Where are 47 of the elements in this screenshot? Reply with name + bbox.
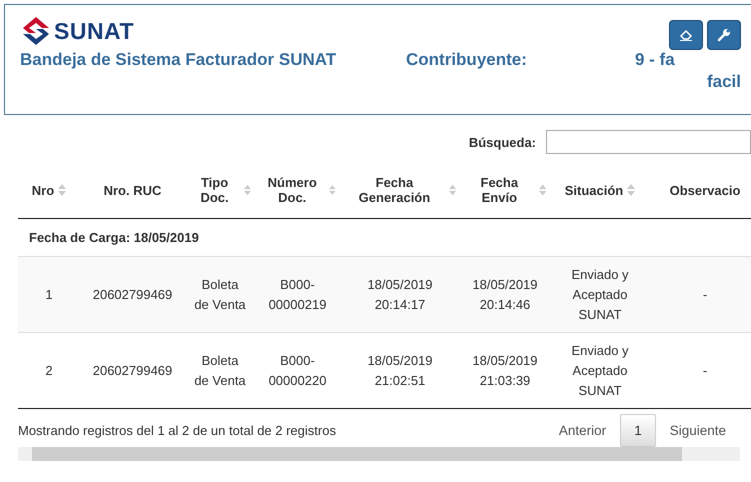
sort-icon[interactable] bbox=[244, 183, 251, 197]
eraser-icon bbox=[679, 29, 693, 41]
table-cell: Boleta de Venta bbox=[194, 352, 246, 388]
table-cell: Enviado y Aceptado SUNAT bbox=[571, 266, 629, 322]
app-title: Bandeja de Sistema Facturador SUNAT bbox=[20, 50, 338, 70]
table-cell: 18/05/2019 21:02:51 bbox=[367, 352, 433, 388]
search-field[interactable] bbox=[546, 130, 751, 154]
column-header[interactable]: Observacio bbox=[670, 182, 740, 198]
column-header[interactable]: Nro bbox=[32, 182, 54, 198]
table-cell: Boleta de Venta bbox=[194, 276, 246, 312]
table-cell: 20602799469 bbox=[92, 286, 172, 302]
sort-icon[interactable] bbox=[538, 183, 546, 197]
table-cell: 18/05/2019 21:03:39 bbox=[472, 352, 538, 388]
contributor-label: Contribuyente: bbox=[406, 50, 528, 70]
column-header[interactable]: Nro. RUC bbox=[104, 182, 162, 198]
column-header[interactable]: Fecha Generación bbox=[344, 175, 445, 205]
logo-text: SUNAT bbox=[54, 18, 134, 44]
table-cell: - bbox=[702, 362, 708, 378]
table-cell: 18/05/2019 20:14:46 bbox=[472, 276, 538, 312]
table-cell: B000-00000219 bbox=[268, 276, 326, 312]
eraser-button[interactable] bbox=[669, 20, 703, 50]
horizontal-scrollbar[interactable] bbox=[18, 447, 740, 461]
search-label: Búsqueda: bbox=[468, 134, 536, 150]
column-header[interactable]: Situación bbox=[564, 182, 624, 198]
sort-icon[interactable] bbox=[58, 183, 66, 197]
table-cell: 20602799469 bbox=[92, 362, 172, 378]
table-cell: Enviado y Aceptado SUNAT bbox=[571, 342, 629, 398]
sort-icon[interactable] bbox=[329, 183, 336, 197]
wrench-icon bbox=[717, 28, 731, 42]
contributor-value: facil bbox=[706, 72, 741, 91]
table-cell: - bbox=[702, 286, 708, 302]
column-header[interactable]: Fecha Envío bbox=[464, 175, 535, 205]
page-button[interactable]: 1 bbox=[620, 414, 656, 447]
group-label: Fecha de Carga: 18/05/2019 bbox=[29, 230, 199, 244]
page-button[interactable]: Siguiente bbox=[656, 414, 740, 447]
sort-icon[interactable] bbox=[627, 183, 636, 197]
column-header[interactable]: Número Doc. bbox=[259, 175, 326, 205]
sort-icon[interactable] bbox=[448, 183, 456, 197]
table-cell: 2 bbox=[45, 362, 53, 378]
records-info: Mostrando registros del 1 al 2 de un total de 2 registros bbox=[18, 423, 336, 438]
column-header[interactable]: Tipo Doc. bbox=[189, 175, 240, 205]
table-cell: 18/05/2019 20:14:17 bbox=[367, 276, 433, 312]
page-button[interactable]: Anterior bbox=[544, 414, 620, 447]
contributor-value: 9 - fa bbox=[635, 50, 675, 70]
settings-button[interactable] bbox=[707, 20, 741, 50]
table-cell: B000-00000220 bbox=[268, 352, 326, 388]
table-cell: 1 bbox=[45, 286, 53, 302]
